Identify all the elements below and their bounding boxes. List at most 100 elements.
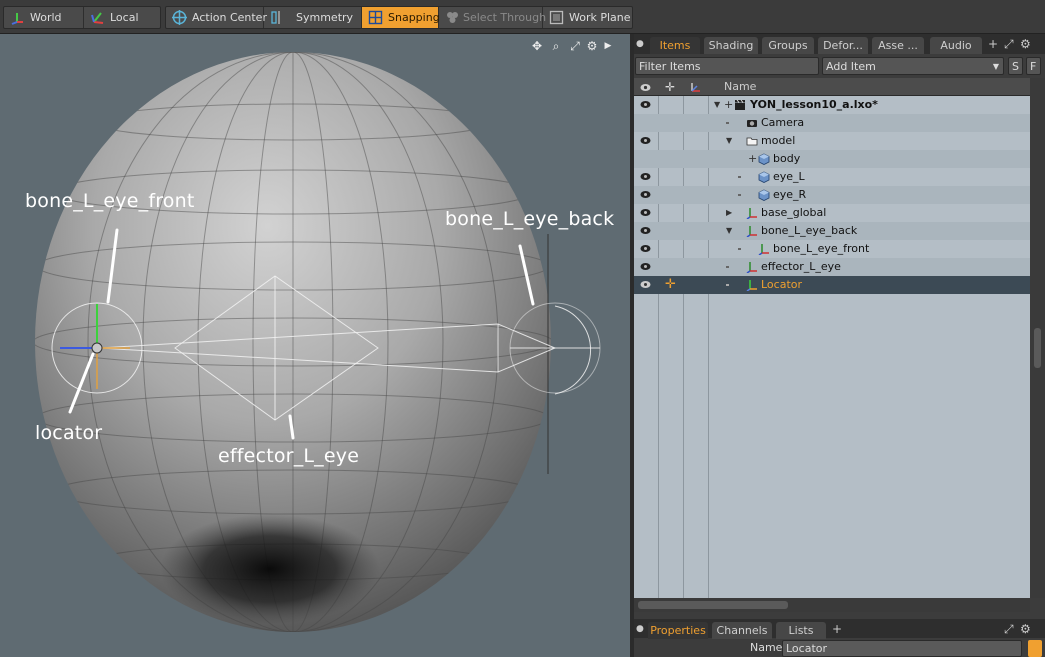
action-center-button[interactable]: Action Center xyxy=(166,7,267,28)
tab-audio[interactable]: Audio xyxy=(930,37,982,54)
horizontal-scrollbar[interactable] xyxy=(634,598,1030,612)
panel-menu-icon[interactable]: ● xyxy=(636,622,644,636)
zoom-view-icon[interactable]: ⌕ xyxy=(549,39,563,53)
viewport-gear-icon[interactable]: ⚙ xyxy=(585,39,599,53)
tree-connector xyxy=(726,266,729,268)
clapperboard-icon xyxy=(735,99,745,110)
filter-row: Filter Items Add Item ▼ S F xyxy=(634,56,1045,78)
bone-front-name: bone_L_eye_front xyxy=(773,242,870,255)
locator-axis-icon xyxy=(746,262,757,273)
world-button[interactable]: World xyxy=(4,7,84,28)
bone-back-name: bone_L_eye_back xyxy=(761,224,858,237)
visibility-eye-icon[interactable] xyxy=(640,136,651,145)
items-list: ✛ Name ▼ + YON_lesson10_a.lxo* Camera ▼ … xyxy=(634,78,1030,598)
expand-arrow-icon[interactable]: ▼ xyxy=(726,132,732,150)
panel-maximize-icon[interactable]: ⤢ xyxy=(1004,622,1014,636)
list-item-body[interactable]: + body xyxy=(634,150,1030,168)
visibility-eye-icon[interactable] xyxy=(640,226,651,235)
3d-viewport[interactable]: ✥ ⌕ ⤢ ⚙ ▶ bone_L_eye_front bone_L_eye_ba… xyxy=(0,34,630,657)
dropdown-arrow-icon: ▼ xyxy=(992,62,999,71)
model-name: model xyxy=(761,134,796,147)
scene-name: YON_lesson10_a.lxo* xyxy=(750,98,878,111)
maximize-view-icon[interactable]: ⤢ xyxy=(568,39,582,53)
move-view-icon[interactable]: ✥ xyxy=(530,39,544,53)
collapse-arrow-icon[interactable]: ▶ xyxy=(726,204,732,222)
snapping-button[interactable]: Snapping xyxy=(362,7,440,28)
viewport-menu-arrow-icon[interactable]: ▶ xyxy=(601,39,615,53)
lock-toggle-icon[interactable]: ✛ xyxy=(665,276,676,294)
tree-connector xyxy=(726,284,729,286)
panel-gear-icon[interactable]: ⚙ xyxy=(1020,622,1031,636)
add-tab-icon[interactable]: + xyxy=(988,37,998,51)
list-item-eye-r[interactable]: eye_R xyxy=(634,186,1030,204)
scroll-thumb[interactable] xyxy=(1034,328,1041,368)
mesh-cube-icon xyxy=(758,171,770,183)
list-item-bone-front[interactable]: bone_L_eye_front xyxy=(634,240,1030,258)
s-button[interactable]: S xyxy=(1008,57,1023,75)
tab-channels[interactable]: Channels xyxy=(712,622,772,639)
visibility-eye-icon[interactable] xyxy=(640,280,651,289)
expand-arrow-icon[interactable]: ▼ xyxy=(714,96,720,114)
plus-icon: + xyxy=(724,98,734,111)
visibility-eye-icon[interactable] xyxy=(640,100,651,109)
scroll-thumb[interactable] xyxy=(638,601,788,609)
panel-menu-icon[interactable]: ● xyxy=(636,37,644,51)
panel-tabs: ● Items Shading Groups Defor... Asse ...… xyxy=(634,34,1045,54)
visibility-eye-icon[interactable] xyxy=(640,262,651,271)
symmetry-button[interactable]: Symmetry xyxy=(264,7,362,28)
snapping-icon xyxy=(368,10,383,25)
property-lock-button[interactable] xyxy=(1028,640,1042,657)
filter-items-input[interactable]: Filter Items xyxy=(635,57,819,75)
app-window: World Local Action Center Symmetry Snapp… xyxy=(0,0,1045,657)
visibility-header-icon xyxy=(640,84,651,91)
label-locator: locator xyxy=(35,422,103,444)
local-label: Local xyxy=(110,11,139,24)
snapping-label: Snapping xyxy=(388,11,440,24)
select-through-button[interactable]: Select Through xyxy=(439,7,546,28)
f-button[interactable]: F xyxy=(1026,57,1041,75)
work-plane-label: Work Plane xyxy=(569,11,631,24)
list-item-scene[interactable]: ▼ + YON_lesson10_a.lxo* xyxy=(634,96,1030,114)
plus-icon: + xyxy=(748,152,758,165)
list-item-effector[interactable]: effector_L_eye xyxy=(634,258,1030,276)
add-tab-icon[interactable]: + xyxy=(832,622,842,636)
panel-gear-icon[interactable]: ⚙ xyxy=(1020,37,1031,51)
expand-arrow-icon[interactable]: ▼ xyxy=(726,222,732,240)
eye-l-name: eye_L xyxy=(773,170,805,183)
work-plane-button[interactable]: Work Plane xyxy=(543,7,634,28)
visibility-eye-icon[interactable] xyxy=(640,190,651,199)
tab-items[interactable]: Items xyxy=(650,37,700,54)
folder-icon xyxy=(746,137,758,146)
vertical-scrollbar[interactable] xyxy=(1030,78,1045,598)
list-item-base-global[interactable]: ▶ base_global xyxy=(634,204,1030,222)
list-item-camera[interactable]: Camera xyxy=(634,114,1030,132)
list-item-bone-back[interactable]: ▼ bone_L_eye_back xyxy=(634,222,1030,240)
label-bone-back: bone_L_eye_back xyxy=(445,208,615,230)
action-center-label: Action Center xyxy=(192,11,267,24)
panel-maximize-icon[interactable]: ⤢ xyxy=(1004,37,1014,51)
local-button[interactable]: Local xyxy=(84,7,161,28)
tab-lists[interactable]: Lists xyxy=(776,622,826,639)
visibility-eye-icon[interactable] xyxy=(640,244,651,253)
tree-connector xyxy=(738,248,741,250)
visibility-eye-icon[interactable] xyxy=(640,208,651,217)
local-axis-icon xyxy=(91,12,104,24)
list-item-model[interactable]: ▼ model xyxy=(634,132,1030,150)
name-property-input[interactable]: Locator xyxy=(782,640,1022,657)
tab-shading[interactable]: Shading xyxy=(704,37,758,54)
locator-axis-icon xyxy=(758,244,769,255)
tree-connector xyxy=(738,194,741,196)
base-global-name: base_global xyxy=(761,206,827,219)
add-item-dropdown[interactable]: Add Item ▼ xyxy=(822,57,1004,75)
list-item-eye-l[interactable]: eye_L xyxy=(634,168,1030,186)
viewport-scene xyxy=(35,52,601,632)
tab-deformers[interactable]: Defor... xyxy=(818,37,868,54)
tab-properties[interactable]: Properties xyxy=(648,622,708,639)
camera-icon xyxy=(747,120,757,127)
tab-groups[interactable]: Groups xyxy=(762,37,814,54)
action-center-icon xyxy=(172,10,187,25)
visibility-eye-icon[interactable] xyxy=(640,172,651,181)
tab-assemblies[interactable]: Asse ... xyxy=(872,37,924,54)
tree-connector xyxy=(738,176,741,178)
list-item-locator[interactable]: ✛ Locator xyxy=(634,276,1030,294)
